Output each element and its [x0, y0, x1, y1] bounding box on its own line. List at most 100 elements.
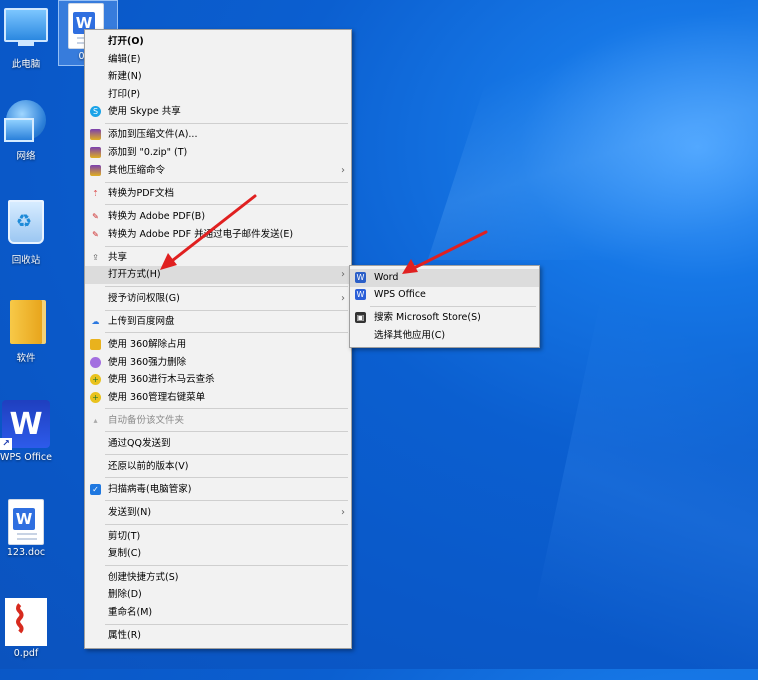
menu-item-label: 使用 360管理右键菜单 [108, 392, 206, 403]
open-with-word[interactable]: W Word [350, 269, 539, 287]
menu-item-360-scan[interactable]: + 使用 360进行木马云查杀 [85, 371, 351, 389]
menu-item-edit[interactable]: 编辑(E) [85, 51, 351, 69]
menu-item-label: 复制(C) [108, 548, 142, 559]
menu-item-label: 打开(O) [108, 36, 144, 47]
360-unlock-icon [90, 339, 101, 350]
open-with-wps[interactable]: W WPS Office [350, 286, 539, 304]
menu-item-360-delete[interactable]: 使用 360强力删除 [85, 354, 351, 372]
computer-icon [4, 8, 48, 46]
menu-item-add-archive[interactable]: 添加到压缩文件(A)... [85, 126, 351, 144]
menu-item-360-manage[interactable]: + 使用 360管理右键菜单 [85, 389, 351, 407]
menu-item-label: 还原以前的版本(V) [108, 461, 189, 472]
menu-item-grant-access[interactable]: 授予访问权限(G) › [85, 290, 351, 308]
desktop-icon-123-doc[interactable]: W 123.doc [0, 500, 52, 558]
menu-item-new[interactable]: 新建(N) [85, 68, 351, 86]
menu-item-label: 授予访问权限(G) [108, 293, 180, 304]
share-icon: ⇪ [92, 253, 99, 262]
chevron-right-icon: › [341, 269, 345, 280]
context-menu: 打开(O) 编辑(E) 新建(N) 打印(P) S 使用 Skype 共享 添加到… [84, 29, 352, 649]
menu-item-360-unlock[interactable]: 使用 360解除占用 [85, 336, 351, 354]
desktop-icon-wps-office[interactable]: W ↗ WPS Office [0, 400, 52, 463]
menu-item-rename[interactable]: 重命名(M) [85, 604, 351, 622]
desktop-icon-0-pdf[interactable]: 0.pdf [0, 598, 52, 659]
network-icon [4, 100, 46, 142]
recycle-bin-icon [8, 200, 44, 244]
skype-icon: S [90, 106, 101, 117]
menu-item-convert-adobe-pdf-email[interactable]: ✎ 转换为 Adobe PDF 并通过电子邮件发送(E) [85, 226, 351, 244]
wps-office-icon: W ↗ [0, 400, 50, 450]
menu-item-open-with[interactable]: 打开方式(H) › [85, 266, 351, 284]
menu-separator [105, 454, 348, 455]
menu-item-label: 删除(D) [108, 589, 142, 600]
menu-item-add-zip[interactable]: 添加到 "0.zip" (T) [85, 144, 351, 162]
shortcut-arrow-icon: ↗ [0, 438, 12, 450]
open-with-choose-other[interactable]: 选择其他应用(C) [350, 327, 539, 345]
menu-item-label: 打印(P) [108, 89, 141, 100]
menu-item-baidu-upload[interactable]: ☁ 上传到百度网盘 [85, 313, 351, 331]
menu-item-label: 自动备份该文件夹 [108, 415, 185, 426]
menu-item-send-to[interactable]: 发送到(N) › [85, 504, 351, 522]
menu-separator [105, 332, 348, 333]
menu-separator [105, 310, 348, 311]
adobe-pdf-icon: ✎ [92, 230, 99, 239]
winrar-icon [90, 129, 101, 140]
menu-item-label: 添加到压缩文件(A)... [108, 129, 198, 140]
wps-icon: W [355, 289, 366, 300]
desktop-icon-this-pc[interactable]: 此电脑 [0, 4, 52, 70]
menu-item-label: 选择其他应用(C) [374, 330, 446, 341]
desktop-icon-recycle-bin[interactable]: 回收站 [0, 200, 52, 266]
open-with-store-search[interactable]: ▣ 搜索 Microsoft Store(S) [350, 309, 539, 327]
menu-item-label: 使用 360强力删除 [108, 357, 187, 368]
menu-item-skype-share[interactable]: S 使用 Skype 共享 [85, 103, 351, 121]
menu-item-label: 转换为 Adobe PDF 并通过电子邮件发送(E) [108, 229, 294, 240]
menu-item-label: 添加到 "0.zip" (T) [108, 147, 188, 158]
pdf-convert-icon: ⇡ [92, 189, 99, 198]
wallpaper-light-beam [519, 300, 758, 680]
menu-item-delete[interactable]: 删除(D) [85, 586, 351, 604]
menu-item-copy[interactable]: 复制(C) [85, 545, 351, 563]
menu-item-cut[interactable]: 剪切(T) [85, 528, 351, 546]
backup-icon: ▴ [93, 416, 98, 425]
menu-separator [105, 286, 348, 287]
menu-item-label: 创建快捷方式(S) [108, 572, 179, 583]
menu-item-send-via-qq[interactable]: 通过QQ发送到 [85, 435, 351, 453]
open-with-submenu: W Word W WPS Office ▣ 搜索 Microsoft Store(S)… [349, 265, 540, 348]
word-doc-icon: W [9, 500, 43, 544]
menu-separator [105, 524, 348, 525]
desktop-icon-software-folder[interactable]: 软件 [0, 300, 52, 364]
adobe-pdf-icon: ✎ [92, 212, 99, 221]
desktop-icon-label: 回收站 [11, 255, 41, 266]
menu-item-create-shortcut[interactable]: 创建快捷方式(S) [85, 569, 351, 587]
menu-separator [105, 246, 348, 247]
baidu-netdisk-icon: ☁ [91, 317, 100, 326]
desktop-icon-network[interactable]: 网络 [0, 100, 52, 162]
folder-icon [10, 300, 42, 344]
menu-item-restore-versions[interactable]: 还原以前的版本(V) [85, 458, 351, 476]
menu-separator [105, 431, 348, 432]
menu-item-label: 上传到百度网盘 [108, 316, 175, 327]
menu-item-properties[interactable]: 属性(R) [85, 627, 351, 645]
chevron-right-icon: › [341, 507, 345, 518]
chevron-right-icon: › [341, 165, 345, 176]
menu-item-label: 新建(N) [108, 71, 142, 82]
menu-item-label: 打开方式(H) [108, 269, 161, 280]
menu-item-label: 使用 Skype 共享 [108, 106, 181, 117]
menu-separator [105, 408, 348, 409]
menu-item-print[interactable]: 打印(P) [85, 86, 351, 104]
menu-item-convert-adobe-pdf[interactable]: ✎ 转换为 Adobe PDF(B) [85, 208, 351, 226]
shield-icon: ✓ [90, 484, 101, 495]
menu-item-label: 转换为PDF文档 [108, 188, 175, 199]
desktop-icon-label: 0.pdf [13, 648, 39, 659]
menu-item-virus-scan[interactable]: ✓ 扫描病毒(电脑管家) [85, 481, 351, 499]
menu-item-convert-pdf[interactable]: ⇡ 转换为PDF文档 [85, 185, 351, 203]
desktop-icon-label: 网络 [16, 151, 36, 162]
360-delete-icon [90, 357, 101, 368]
menu-item-label: Word [374, 272, 399, 283]
menu-item-share[interactable]: ⇪ 共享 [85, 249, 351, 267]
menu-item-open[interactable]: 打开(O) [85, 33, 351, 51]
menu-item-more-compress[interactable]: 其他压缩命令 › [85, 162, 351, 180]
menu-item-auto-backup: ▴ 自动备份该文件夹 [85, 412, 351, 430]
menu-item-label: 发送到(N) [108, 507, 152, 518]
360-manage-icon: + [90, 392, 101, 403]
menu-separator [105, 500, 348, 501]
